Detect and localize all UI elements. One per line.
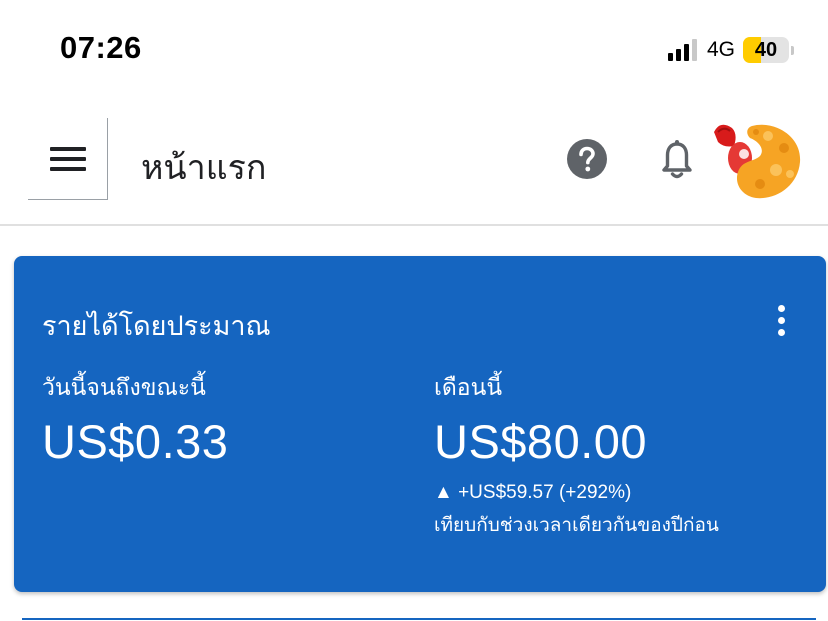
today-earnings-label: วันนี้จนถึงขณะนี้	[42, 374, 206, 400]
status-time: 07:26	[60, 30, 142, 65]
battery-level: 40	[754, 38, 778, 61]
month-comparison-note: เทียบกับช่วงเวลาเดียวกันของปีก่อน	[434, 515, 719, 536]
page-title: หน้าแรก	[141, 149, 267, 187]
help-icon[interactable]	[566, 138, 608, 180]
notifications-bell-icon[interactable]	[656, 138, 698, 182]
estimated-earnings-card[interactable]: รายได้โดยประมาณ วันนี้จนถึงขณะนี้ US$0.3…	[14, 256, 826, 592]
month-earnings-value: US$80.00	[434, 415, 648, 468]
app-bar: หน้าแรก	[0, 118, 828, 226]
avatar[interactable]	[712, 118, 804, 204]
card-title: รายได้โดยประมาณ	[42, 311, 271, 341]
more-options-icon[interactable]	[776, 304, 786, 338]
status-indicators: 4G 40	[667, 36, 794, 64]
menu-button[interactable]	[28, 118, 108, 200]
today-earnings-value: US$0.33	[42, 415, 229, 468]
battery-icon: 40	[743, 37, 794, 63]
app-bar-divider	[0, 224, 828, 226]
network-type: 4G	[706, 38, 735, 61]
cellular-signal-icon	[667, 39, 697, 61]
month-earnings-label: เดือนนี้	[434, 374, 503, 400]
next-card-edge	[22, 618, 816, 620]
month-earnings-change: ▲ +US$59.57 (+292%)	[434, 482, 632, 503]
